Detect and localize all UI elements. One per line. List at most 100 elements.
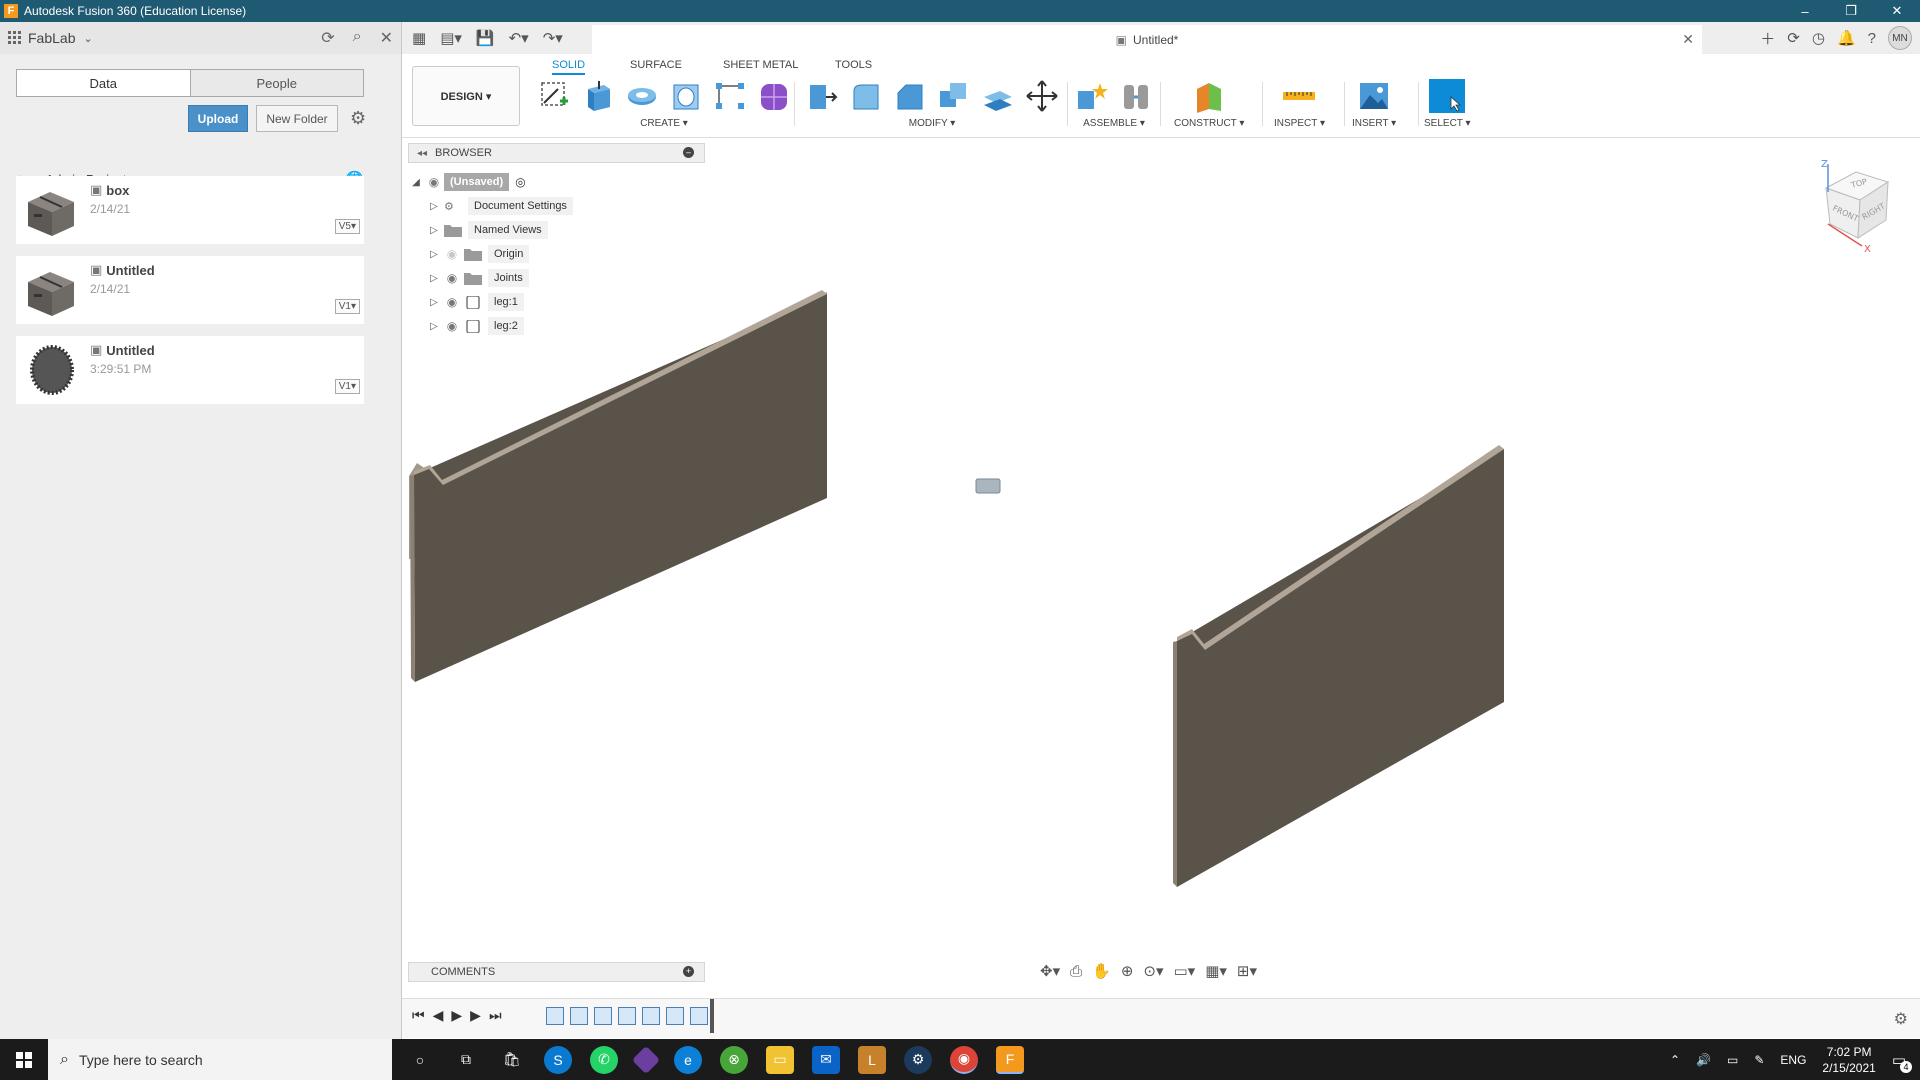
tree-item-leg-2[interactable]: ▷ ◉ leg:2: [426, 314, 708, 338]
minimize-browser-icon[interactable]: –: [683, 147, 694, 158]
display-settings-icon[interactable]: ▭▾: [1174, 962, 1196, 980]
tab-solid[interactable]: SOLID: [552, 59, 586, 75]
version-badge[interactable]: V1▾: [334, 379, 360, 394]
visibility-eye-icon[interactable]: ◉: [442, 319, 462, 333]
add-comment-icon[interactable]: +: [683, 966, 694, 977]
upload-button[interactable]: Upload: [188, 105, 248, 132]
edge-icon[interactable]: e: [674, 1045, 702, 1074]
close-window-button[interactable]: ✕: [1874, 0, 1920, 22]
notifications-center-icon[interactable]: ▭ 4: [1892, 1051, 1912, 1073]
tree-item-named-views[interactable]: ▷ Named Views: [426, 218, 708, 242]
workspace-switcher-button[interactable]: DESIGN ▾: [412, 66, 520, 126]
avatar[interactable]: MN: [1888, 26, 1912, 50]
minimize-button[interactable]: –: [1782, 0, 1828, 22]
close-tab-icon[interactable]: ✕: [1682, 31, 1694, 48]
chamfer-icon[interactable]: [892, 79, 928, 113]
fit-icon[interactable]: ⊙▾: [1143, 962, 1163, 980]
insert-menu[interactable]: INSERT ▾: [1352, 118, 1396, 129]
visibility-eye-icon[interactable]: ◉: [424, 175, 444, 189]
version-badge[interactable]: V5▾: [334, 219, 360, 234]
tab-surface[interactable]: SURFACE: [630, 59, 682, 71]
xbox-icon[interactable]: ⊗: [720, 1045, 748, 1074]
timeline-marker[interactable]: [710, 999, 714, 1033]
expand-arrow-icon[interactable]: ◢: [408, 177, 424, 188]
expand-arrow-icon[interactable]: ▷: [426, 249, 442, 260]
tab-sheet-metal[interactable]: SHEET METAL: [723, 59, 798, 71]
notifications-icon[interactable]: 🔔: [1837, 29, 1856, 47]
search-icon[interactable]: ⌕: [353, 28, 362, 48]
extrude-icon[interactable]: [580, 79, 616, 113]
expand-arrow-icon[interactable]: ▷: [426, 201, 442, 212]
refresh-icon[interactable]: ⟳: [321, 28, 334, 48]
timeline-feature[interactable]: [594, 1007, 612, 1025]
extensions-icon[interactable]: ⟳: [1787, 29, 1800, 47]
team-grid-icon[interactable]: [8, 31, 22, 45]
skype-icon[interactable]: S: [544, 1045, 572, 1074]
network-icon[interactable]: ▭: [1727, 1053, 1738, 1067]
version-badge[interactable]: V1▾: [334, 299, 360, 314]
offset-plane-icon[interactable]: [1191, 79, 1227, 113]
file-menu-icon[interactable]: ▤▾: [440, 29, 462, 47]
team-name[interactable]: FabLab: [28, 30, 75, 46]
step-back-icon[interactable]: ◀: [433, 1007, 444, 1024]
timeline-feature[interactable]: [546, 1007, 564, 1025]
offset-face-icon[interactable]: [980, 79, 1016, 113]
grid-settings-icon[interactable]: ▦▾: [1205, 962, 1227, 980]
store-icon[interactable]: 🛍: [498, 1046, 526, 1074]
fillet-icon[interactable]: [848, 79, 884, 113]
timeline-feature[interactable]: [690, 1007, 708, 1025]
expand-arrow-icon[interactable]: ▷: [426, 297, 442, 308]
tab-tools[interactable]: TOOLS: [835, 59, 872, 71]
timeline-feature[interactable]: [642, 1007, 660, 1025]
redo-icon[interactable]: ↷▾: [543, 29, 563, 47]
tree-root[interactable]: ◢ ◉ (Unsaved) ◎: [408, 170, 708, 194]
leg-1-body[interactable]: [409, 290, 827, 682]
inspect-menu[interactable]: INSPECT ▾: [1274, 118, 1325, 129]
press-pull-icon[interactable]: [804, 79, 840, 113]
start-button[interactable]: [0, 1039, 48, 1080]
tree-item-document-settings[interactable]: ▷ ⚙ Document Settings: [426, 194, 708, 218]
expand-arrow-icon[interactable]: ▷: [426, 225, 442, 236]
go-to-end-icon[interactable]: ⏭: [489, 1007, 502, 1024]
tree-item-joints[interactable]: ▷ ◉ Joints: [426, 266, 708, 290]
chrome-icon[interactable]: ◉: [950, 1045, 978, 1074]
shell-icon[interactable]: [668, 79, 704, 113]
steam-icon[interactable]: ⚙: [904, 1045, 932, 1074]
viewports-icon[interactable]: ⊞▾: [1237, 962, 1257, 980]
taskbar-search-box[interactable]: ⌕ Type here to search: [48, 1039, 392, 1080]
timeline-feature[interactable]: [618, 1007, 636, 1025]
measure-icon[interactable]: [1281, 79, 1317, 113]
select-arrow-icon[interactable]: [1429, 79, 1466, 113]
file-card[interactable]: ▣ box 2/14/21 V5▾: [16, 176, 364, 244]
tree-item-leg-1[interactable]: ▷ ◉ leg:1: [426, 290, 708, 314]
visibility-eye-icon[interactable]: ◉: [442, 247, 462, 261]
data-panel-toggle-icon[interactable]: ▦: [412, 29, 426, 47]
joint-icon[interactable]: [1118, 79, 1154, 113]
restore-button[interactable]: ❐: [1828, 0, 1874, 22]
activate-component-icon[interactable]: ◎: [515, 175, 525, 189]
clock[interactable]: 7:02 PM 2/15/2021: [1822, 1044, 1875, 1076]
file-explorer-icon[interactable]: ▭: [766, 1045, 794, 1074]
move-icon[interactable]: [1024, 79, 1060, 113]
gear-icon[interactable]: ⚙: [350, 108, 366, 129]
close-panel-icon[interactable]: ✕: [380, 28, 393, 48]
volume-icon[interactable]: 🔊: [1696, 1053, 1711, 1067]
construct-menu[interactable]: CONSTRUCT ▾: [1174, 118, 1244, 129]
look-at-icon[interactable]: ⎙: [1070, 963, 1082, 980]
save-icon[interactable]: 💾: [476, 29, 495, 47]
chevron-down-icon[interactable]: ⌄: [83, 32, 92, 45]
step-forward-icon[interactable]: ▶: [470, 1007, 481, 1024]
form-icon[interactable]: [756, 79, 792, 113]
task-view-icon[interactable]: ⧉: [452, 1046, 480, 1074]
revolve-icon[interactable]: [624, 79, 660, 113]
undo-icon[interactable]: ↶▾: [509, 29, 529, 47]
tree-item-origin[interactable]: ▷ ◉ Origin: [426, 242, 708, 266]
expand-arrow-icon[interactable]: ▷: [426, 321, 442, 332]
new-folder-button[interactable]: New Folder: [256, 105, 338, 132]
pan-icon[interactable]: ✋: [1092, 962, 1111, 980]
combine-icon[interactable]: [936, 79, 972, 113]
visibility-eye-icon[interactable]: ◉: [442, 295, 462, 309]
job-status-icon[interactable]: ◷: [1812, 29, 1825, 47]
help-icon[interactable]: ?: [1868, 30, 1876, 47]
assemble-menu[interactable]: ASSEMBLE ▾: [1074, 118, 1154, 129]
